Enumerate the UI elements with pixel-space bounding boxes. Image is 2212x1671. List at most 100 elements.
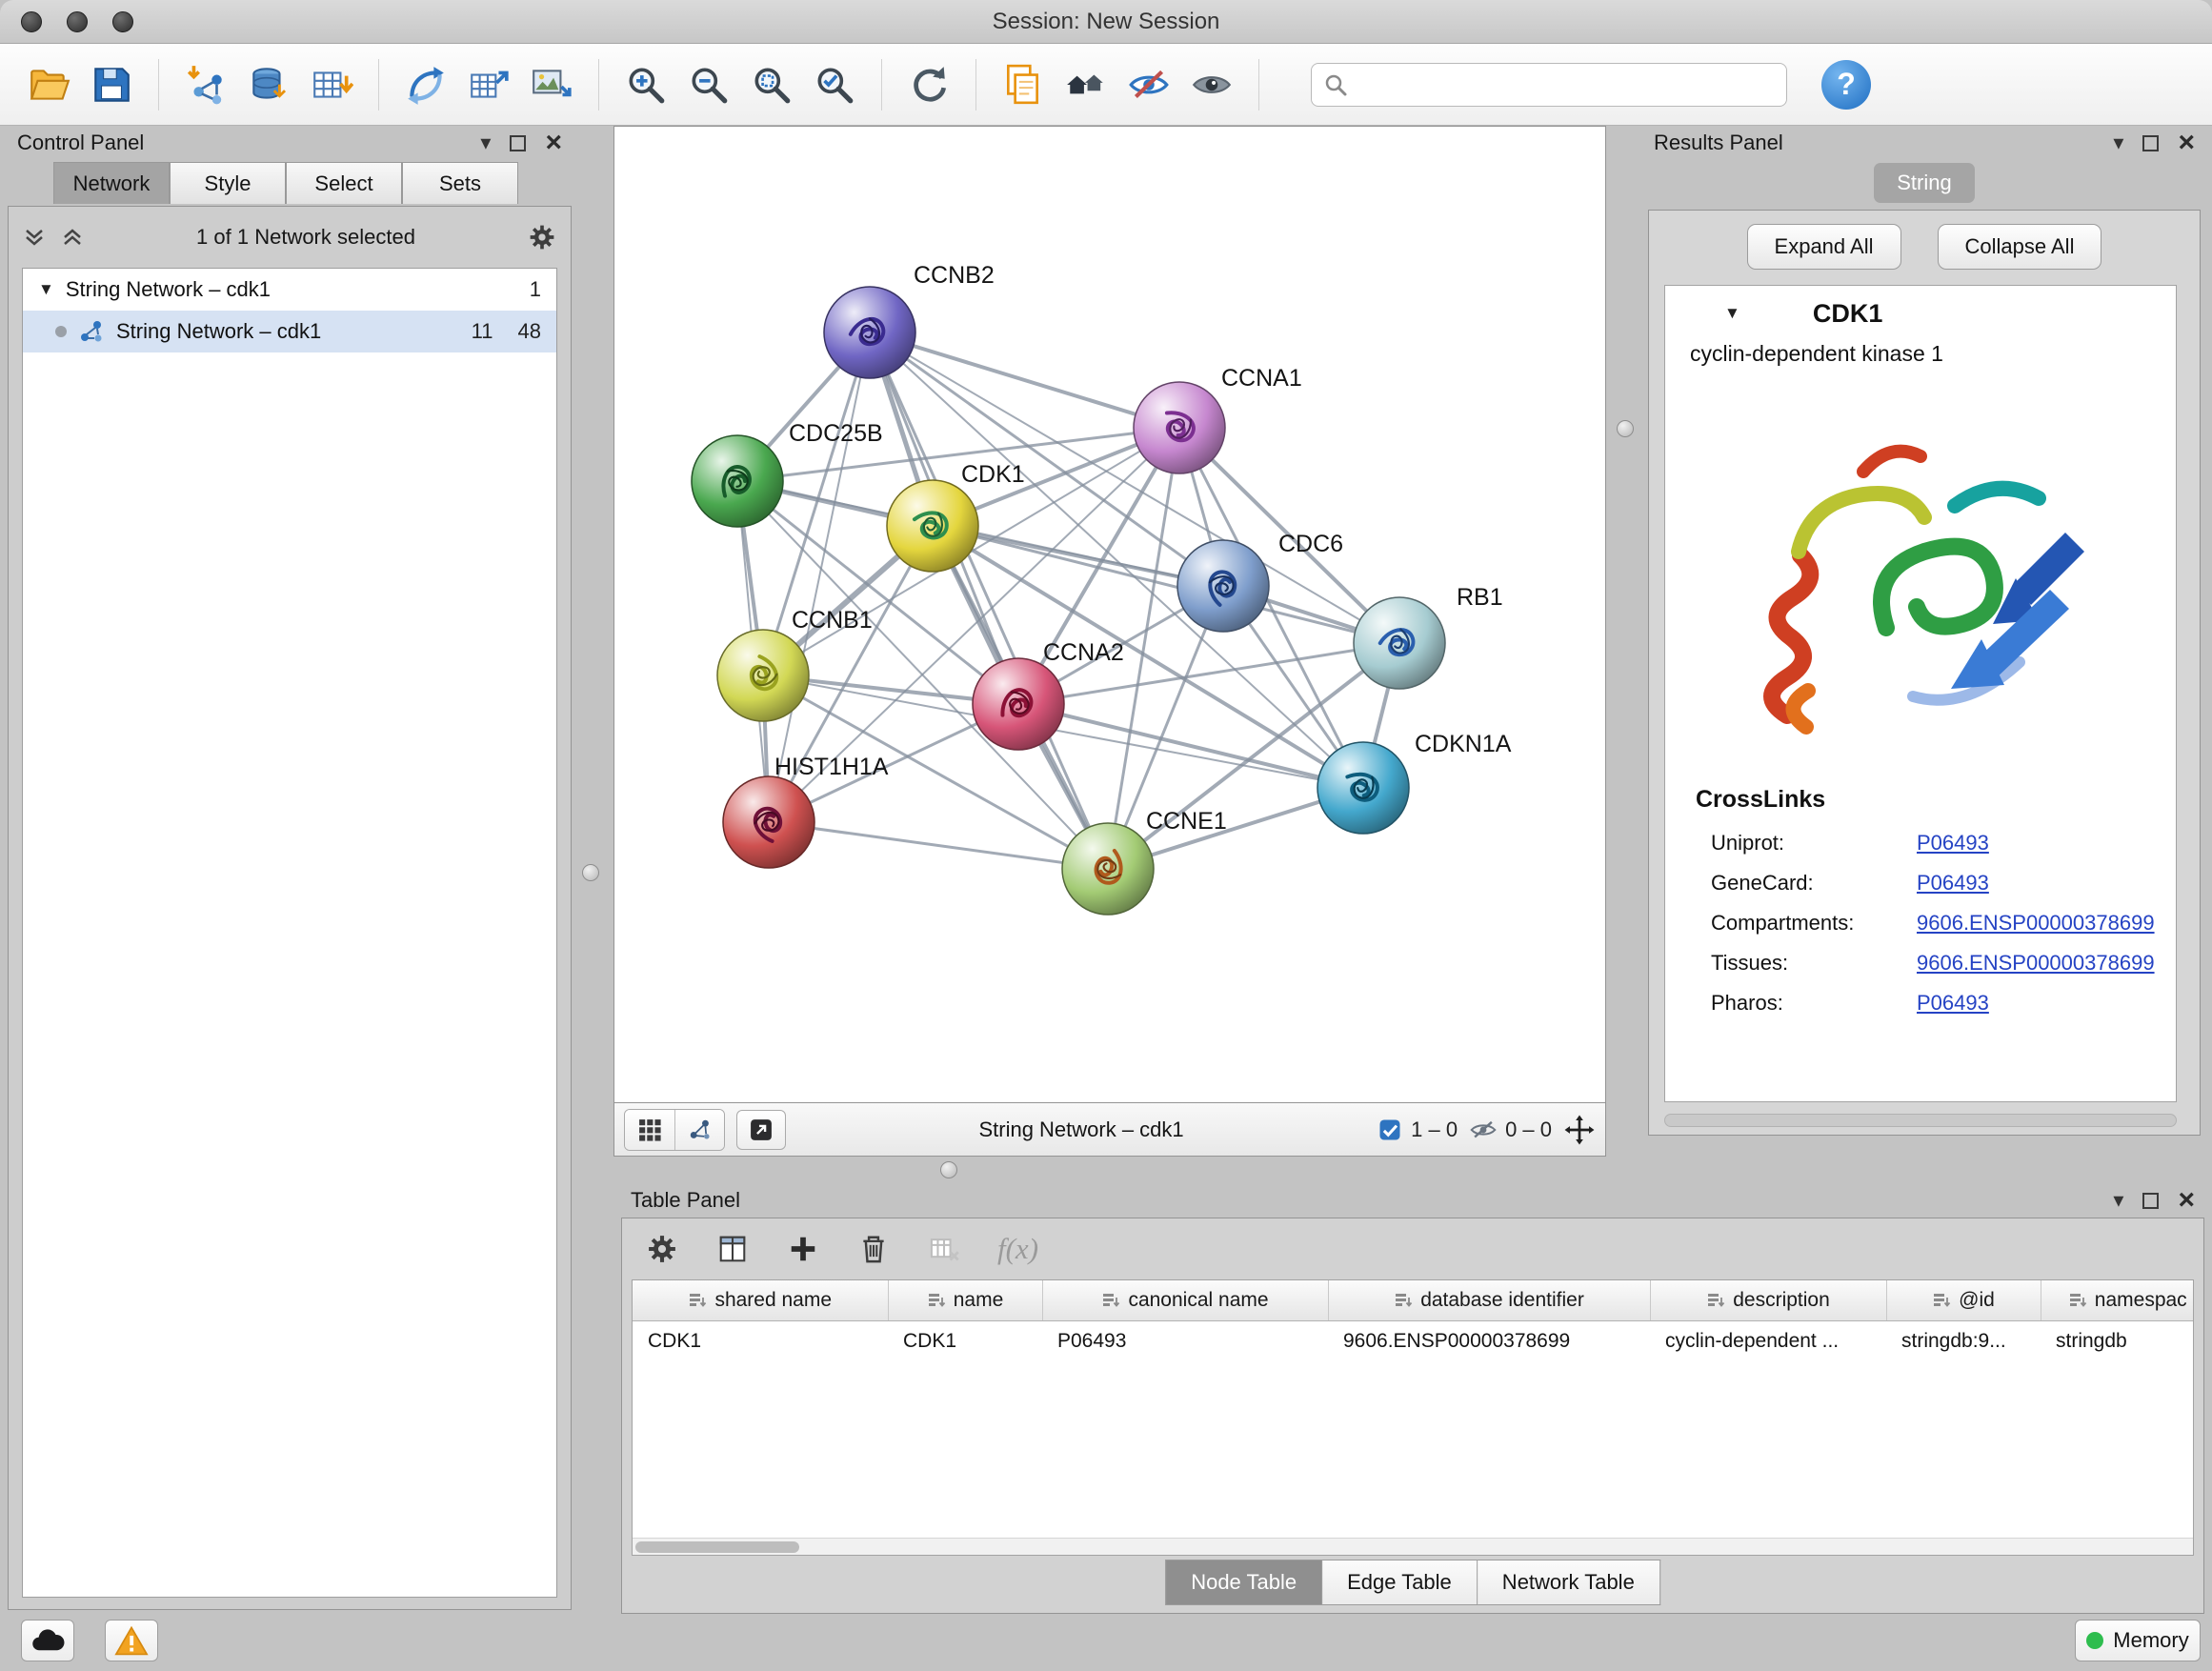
network-node-CCNB1[interactable] [717,630,809,721]
cell-shared-name[interactable]: CDK1 [633,1320,888,1362]
crosslink-link[interactable]: 9606.ENSP00000378699 [1917,951,2155,976]
tab-network[interactable]: Network [53,162,170,204]
expand-all-button[interactable]: Expand All [1747,224,1901,270]
zoom-selected-button[interactable] [807,55,862,114]
tab-node-table[interactable]: Node Table [1165,1560,1322,1605]
column-header-description[interactable]: description [1650,1280,1886,1320]
pan-move-icon[interactable] [1563,1114,1596,1146]
entry-disclosure-icon[interactable]: ▼ [1724,304,1740,323]
tab-network-table[interactable]: Network Table [1478,1560,1660,1605]
collapse-all-button[interactable]: Collapse All [1938,224,2102,270]
tab-sets[interactable]: Sets [402,162,518,204]
column-header-canonical-name[interactable]: canonical name [1042,1280,1328,1320]
checkbox-icon[interactable] [1377,1117,1403,1143]
tab-select[interactable]: Select [286,162,402,204]
table-row[interactable]: CDK1 CDK1 P06493 9606.ENSP00000378699 cy… [633,1320,2194,1362]
search-input[interactable] [1357,72,1775,97]
eye-slash-icon[interactable] [1469,1116,1498,1144]
delete-column-button[interactable] [856,1232,891,1266]
cloud-sync-button[interactable] [21,1620,74,1661]
cell-description[interactable]: cyclin-dependent ... [1650,1320,1886,1362]
column-header-id[interactable]: @id [1886,1280,2041,1320]
results-tab-string[interactable]: String [1874,163,1974,203]
import-network-button[interactable] [178,55,233,114]
network-collection-row[interactable]: ▼ String Network – cdk1 1 [23,269,556,311]
panel-maximize-icon[interactable] [2142,1193,2159,1209]
eye-button[interactable] [1184,55,1239,114]
network-node-RB1[interactable] [1354,597,1445,689]
network-node-CCNA1[interactable] [1134,382,1225,473]
create-column-button[interactable] [786,1232,820,1266]
import-table-button[interactable] [304,55,359,114]
memory-button[interactable]: Memory [2075,1620,2201,1661]
panel-float-icon[interactable]: ▾ [2113,1190,2123,1211]
tab-style[interactable]: Style [170,162,286,204]
splitter-handle-bottom[interactable] [940,1161,957,1178]
crosslink-link[interactable]: P06493 [1917,871,1989,896]
network-arrows-button[interactable] [398,55,453,114]
panel-close-icon[interactable]: × [545,131,562,154]
network-row[interactable]: String Network – cdk1 11 48 [23,311,556,352]
network-node-CDK1[interactable] [887,480,978,572]
panel-maximize-icon[interactable] [2142,135,2159,151]
table-horizontal-scrollbar[interactable] [633,1538,2193,1555]
panel-maximize-icon[interactable] [510,135,526,151]
network-canvas[interactable]: CCNB2CCNA1CDC25BCDK1CDC6RB1CCNB1CCNA2CDK… [613,126,1606,1103]
network-graph[interactable]: CCNB2CCNA1CDC25BCDK1CDC6RB1CCNB1CCNA2CDK… [614,127,1605,1102]
refresh-button[interactable] [901,55,956,114]
column-header-database-identifier[interactable]: database identifier [1328,1280,1650,1320]
function-builder-button[interactable]: f(x) [997,1232,1038,1266]
network-view-title: String Network – cdk1 [797,1117,1365,1142]
cell-canonical-name[interactable]: P06493 [1042,1320,1328,1362]
panel-float-icon[interactable]: ▾ [480,132,491,153]
panel-close-icon[interactable]: × [2178,1189,2195,1212]
detach-view-button[interactable] [736,1110,786,1150]
help-button[interactable]: ? [1821,60,1871,110]
export-image-button[interactable] [524,55,579,114]
panel-close-icon[interactable]: × [2178,131,2195,154]
panel-float-icon[interactable]: ▾ [2113,132,2123,153]
network-node-CDKN1A[interactable] [1317,742,1409,834]
warnings-button[interactable] [105,1620,158,1661]
zoom-in-button[interactable] [618,55,674,114]
zoom-out-button[interactable] [681,55,736,114]
tab-edge-table[interactable]: Edge Table [1322,1560,1478,1605]
birdseye-view-button[interactable] [674,1110,724,1150]
open-folder-button[interactable] [21,55,76,114]
expand-all-icon[interactable] [22,225,47,250]
network-node-CDC6[interactable] [1177,540,1269,632]
save-button[interactable] [84,55,139,114]
cell-namespace[interactable]: stringdb [2041,1320,2194,1362]
network-node-CCNB2[interactable] [824,287,915,378]
splitter-handle-left[interactable] [582,864,599,881]
table-settings-button[interactable] [645,1232,679,1266]
disclosure-triangle-icon[interactable]: ▼ [38,280,54,299]
delete-table-button[interactable] [927,1232,961,1266]
column-header-namespace[interactable]: namespac [2041,1280,2194,1320]
network-node-CDC25B[interactable] [692,435,783,527]
results-scrollbar[interactable] [1664,1114,2177,1127]
crosslink-link[interactable]: P06493 [1917,991,1989,1016]
cell-database-identifier[interactable]: 9606.ENSP00000378699 [1328,1320,1650,1362]
home-button[interactable] [1058,55,1114,114]
column-header-shared-name[interactable]: shared name [633,1280,888,1320]
zoom-fit-button[interactable] [744,55,799,114]
crosslink-link[interactable]: P06493 [1917,831,1989,856]
scrollbar-thumb[interactable] [635,1541,799,1553]
show-columns-button[interactable] [715,1232,750,1266]
column-header-name[interactable]: name [888,1280,1042,1320]
network-node-HIST1H1A[interactable] [723,776,814,868]
network-node-CCNE1[interactable] [1062,823,1154,915]
collapse-all-icon[interactable] [60,225,85,250]
eye-hide-button[interactable] [1121,55,1176,114]
gear-icon[interactable] [527,222,557,252]
cell-id[interactable]: stringdb:9... [1886,1320,2041,1362]
network-node-CCNA2[interactable] [973,658,1064,750]
crosslink-link[interactable]: 9606.ENSP00000378699 [1917,911,2155,936]
network-from-table-button[interactable] [461,55,516,114]
cell-name[interactable]: CDK1 [888,1320,1042,1362]
splitter-handle-right[interactable] [1617,420,1634,437]
import-database-button[interactable] [241,55,296,114]
grid-view-button[interactable] [625,1110,674,1150]
documents-button[interactable] [995,55,1051,114]
